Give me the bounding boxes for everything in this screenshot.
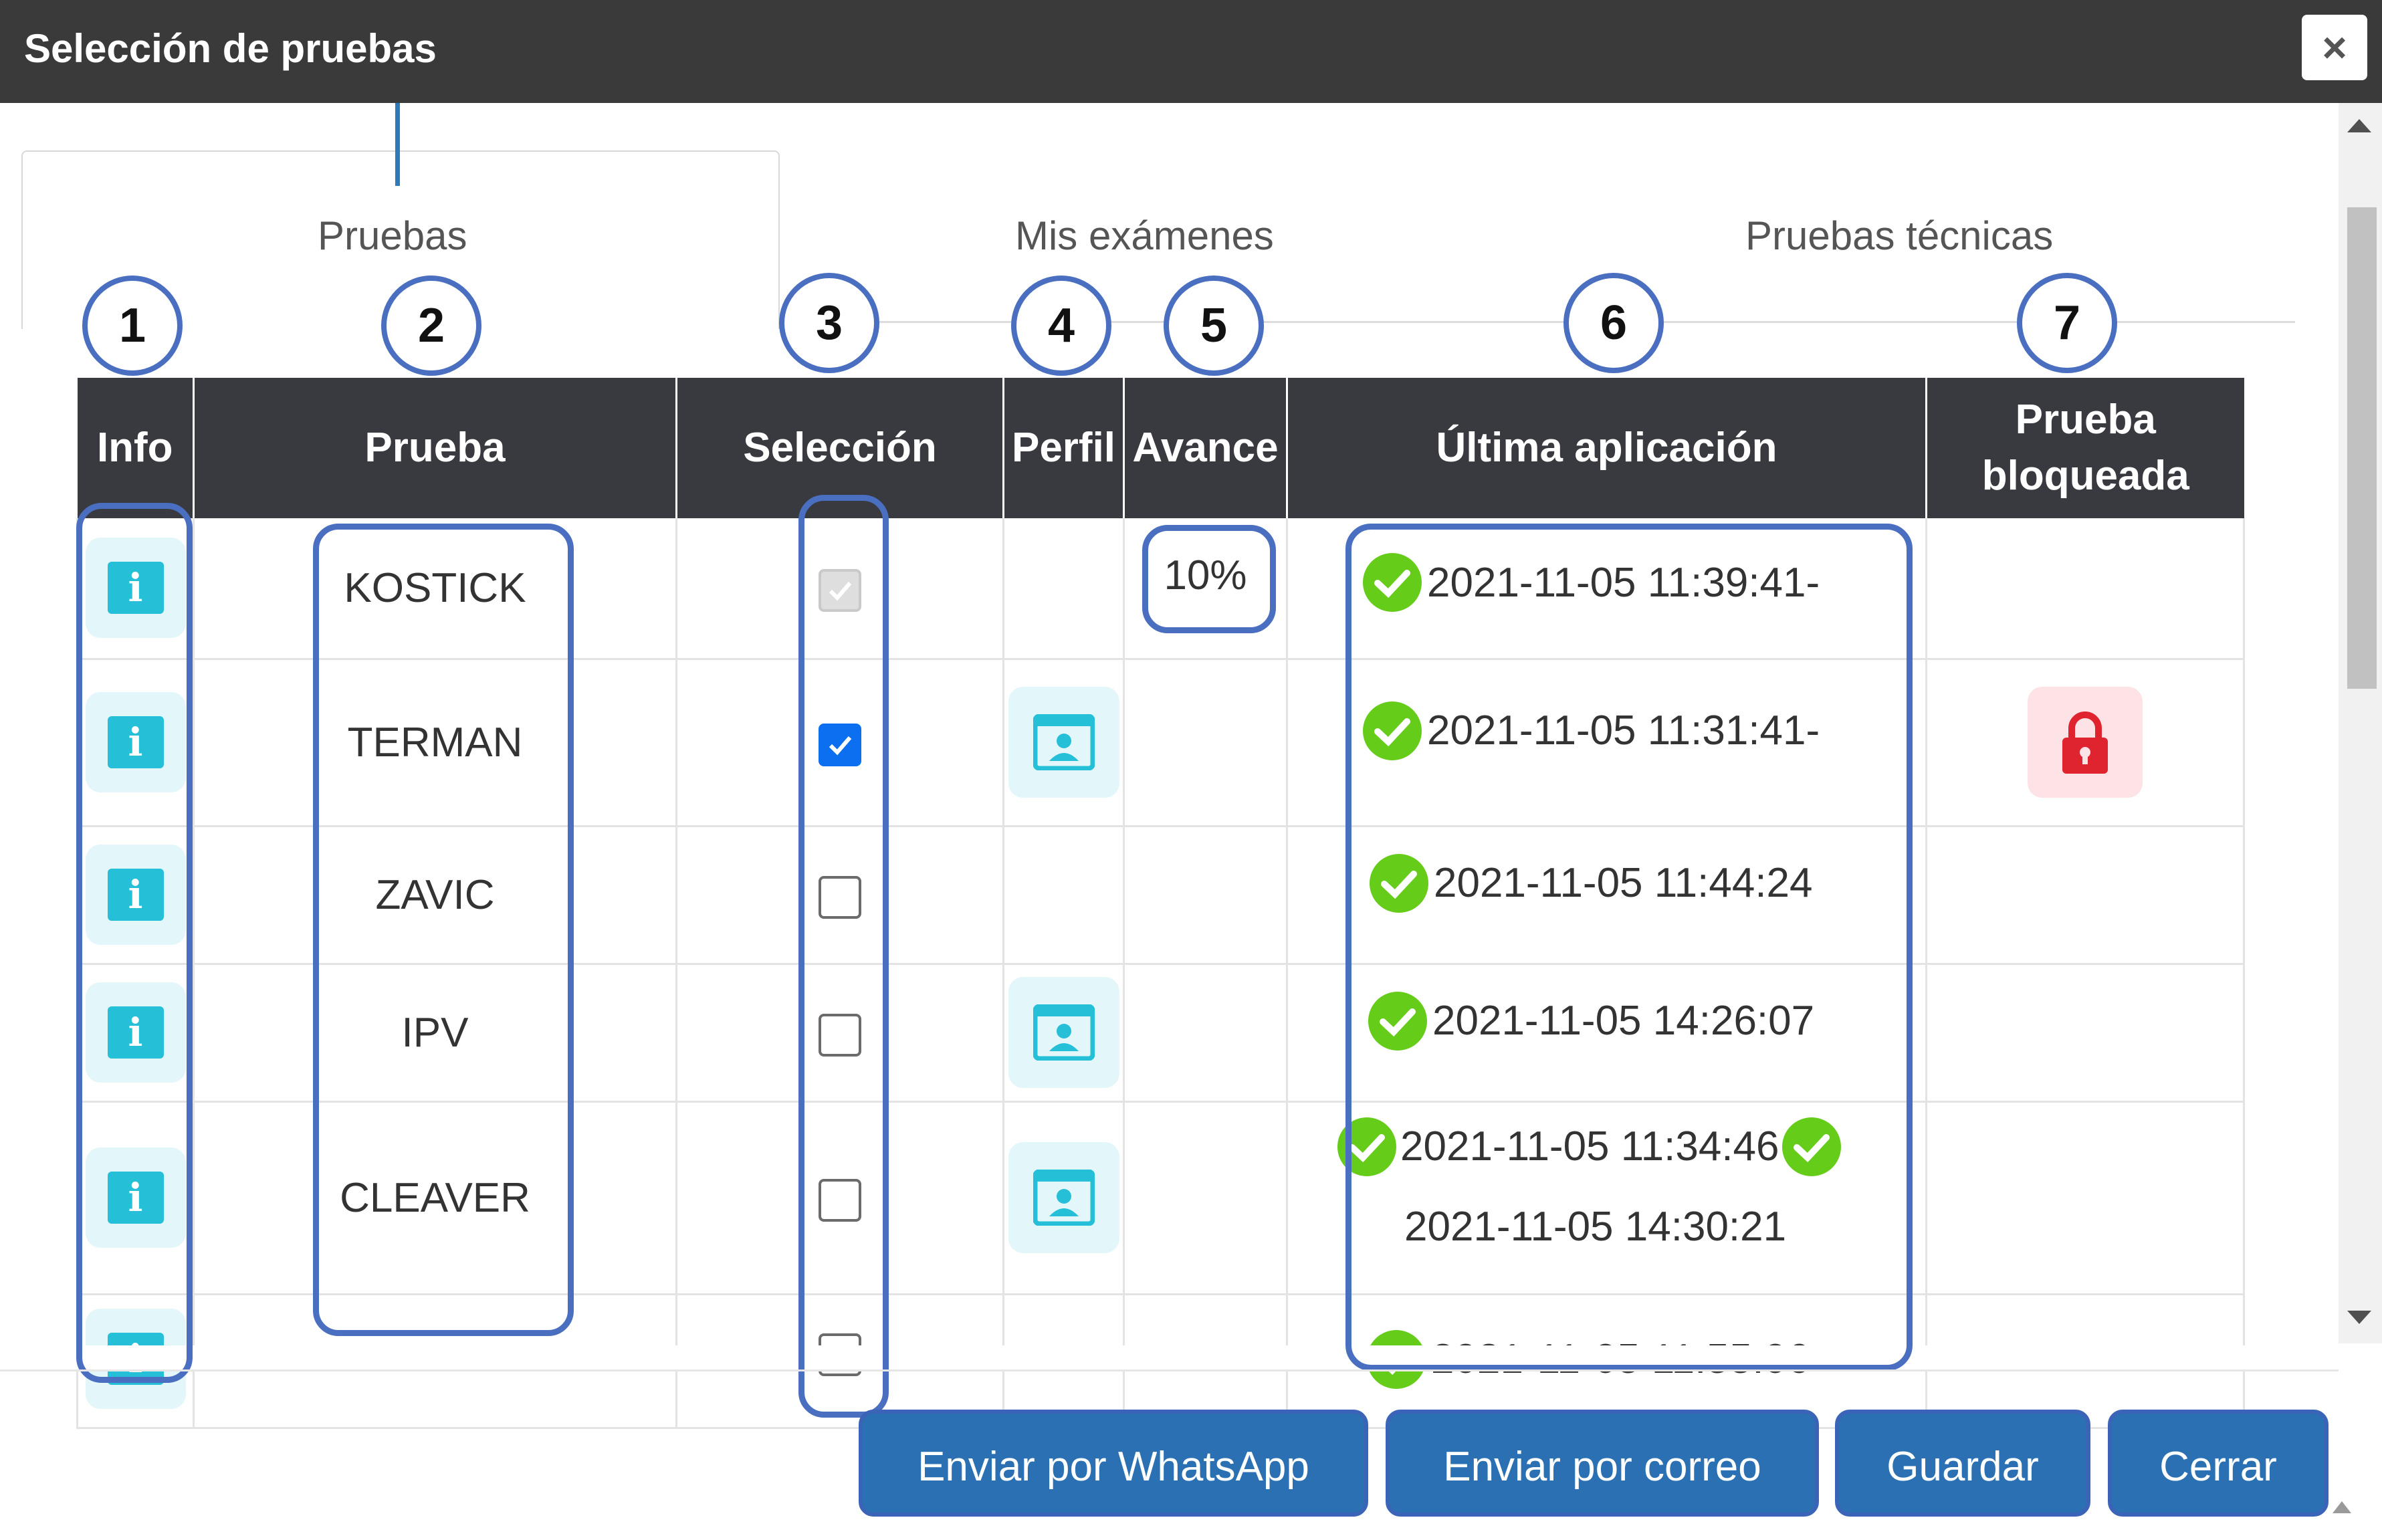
progress-value xyxy=(1123,826,1288,965)
header-bloqueada-line1: Prueba xyxy=(2015,397,2156,443)
dialog-title: Selección de pruebas xyxy=(24,26,437,71)
progress-value xyxy=(1123,659,1288,827)
tab-mis-examenes[interactable]: Mis exámenes xyxy=(1015,213,1274,259)
lock-button[interactable] xyxy=(2028,687,2143,798)
highlight-info-column xyxy=(76,503,193,1383)
send-whatsapp-button[interactable]: Enviar por WhatsApp xyxy=(859,1410,1368,1517)
header-bloqueada-line2: bloqueada xyxy=(1981,453,2189,499)
progress-value xyxy=(1123,964,1288,1103)
table-header-row: Info Prueba Selección Perfil Avance Últi… xyxy=(77,378,2244,518)
table-clip xyxy=(0,1345,2339,1369)
profile-button[interactable] xyxy=(1008,1142,1119,1253)
scrollbar-thumb[interactable] xyxy=(2347,207,2377,689)
col-header-prueba: Prueba xyxy=(193,378,677,518)
col-header-avance: Avance xyxy=(1123,378,1288,518)
highlight-prueba-column xyxy=(313,524,574,1336)
dialog-titlebar: Selección de pruebas × xyxy=(0,0,2382,103)
profile-card-icon xyxy=(1033,1170,1095,1226)
resize-handle-icon[interactable] xyxy=(2333,1501,2351,1513)
profile-button[interactable] xyxy=(1008,977,1119,1088)
highlight-seleccion-column xyxy=(798,495,889,1418)
callout-1: 1 xyxy=(82,276,183,376)
highlight-avance-cell xyxy=(1142,525,1276,633)
callout-5: 5 xyxy=(1164,276,1264,376)
scroll-up-arrow-icon[interactable] xyxy=(2347,119,2371,132)
callout-3: 3 xyxy=(779,273,879,373)
close-button[interactable]: Cerrar xyxy=(2108,1410,2329,1517)
profile-card-icon xyxy=(1033,714,1095,770)
tab-pruebas-tecnicas[interactable]: Pruebas técnicas xyxy=(1745,213,2053,259)
callout-7: 7 xyxy=(2017,273,2117,373)
tab-label-pruebas[interactable]: Pruebas xyxy=(318,213,467,259)
profile-button[interactable] xyxy=(1008,687,1119,798)
footer-divider xyxy=(0,1369,2339,1371)
progress-value xyxy=(1123,1101,1288,1295)
highlight-ultima-aplicacion-column xyxy=(1345,524,1913,1371)
scroll-down-arrow-icon[interactable] xyxy=(2347,1311,2371,1324)
callout-2: 2 xyxy=(381,276,481,376)
profile-card-icon xyxy=(1033,1004,1095,1061)
save-button[interactable]: Guardar xyxy=(1835,1410,2090,1517)
lock-icon xyxy=(2062,711,2108,774)
col-header-prueba-bloqueada: Prueba bloqueada xyxy=(1926,378,2244,518)
col-header-ultima-aplicacion: Última aplicación xyxy=(1287,378,1927,518)
send-email-button[interactable]: Enviar por correo xyxy=(1386,1410,1819,1517)
callout-4: 4 xyxy=(1011,276,1111,376)
active-tab-marker xyxy=(395,103,400,186)
close-icon[interactable]: × xyxy=(2302,15,2367,80)
col-header-perfil: Perfil xyxy=(1003,378,1125,518)
col-header-info: Info xyxy=(77,378,195,518)
callout-6: 6 xyxy=(1563,273,1664,373)
